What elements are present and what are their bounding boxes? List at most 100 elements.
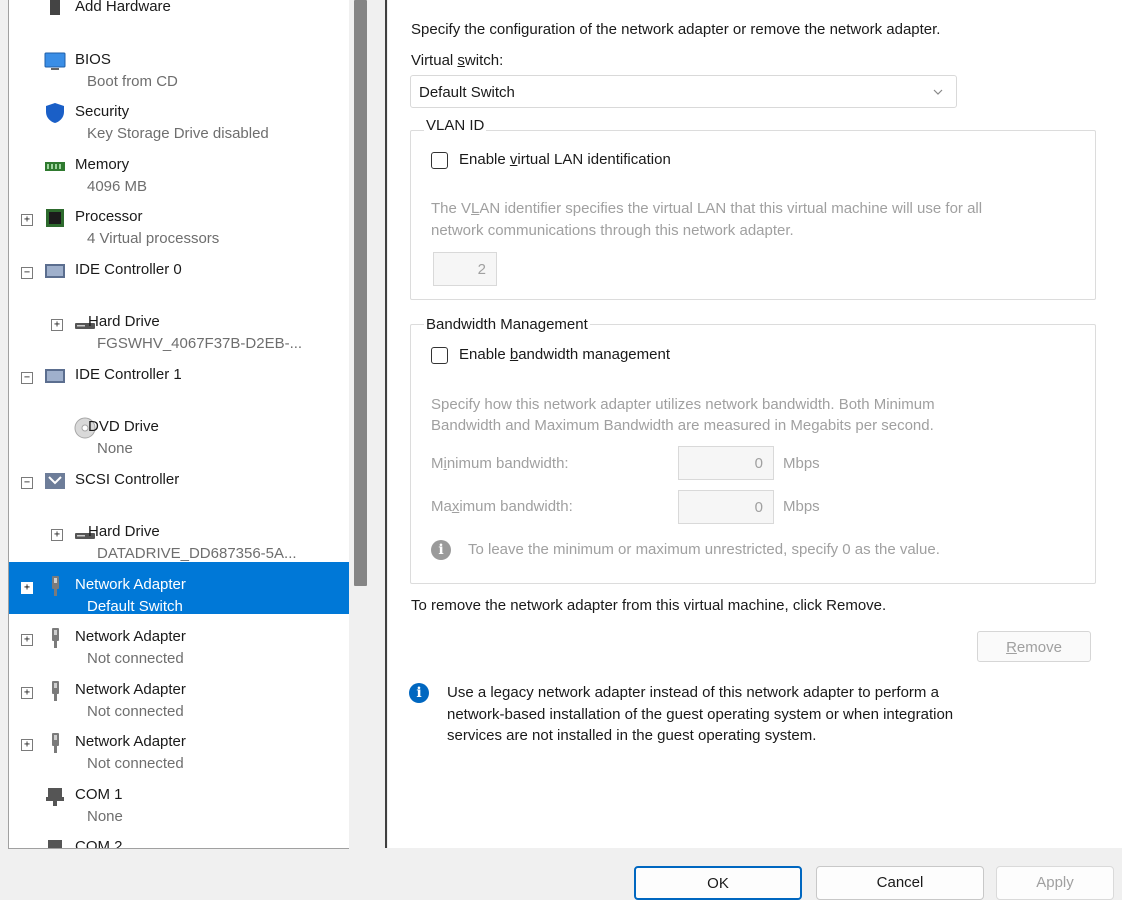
- tree-node-detail: Not connected: [87, 702, 184, 720]
- collapse-icon[interactable]: −: [21, 266, 33, 279]
- vlan-id-input[interactable]: 2: [433, 252, 497, 286]
- minimum-bandwidth-unit: Mbps: [783, 455, 820, 472]
- enable-bandwidth-checkbox[interactable]: [431, 347, 448, 364]
- expand-icon[interactable]: +: [51, 529, 63, 541]
- virtual-switch-label: Virtual switch:: [411, 52, 504, 69]
- tree-scrollbar-thumb[interactable]: [354, 0, 367, 586]
- tree-node-label: BIOS: [75, 50, 111, 68]
- vlan-group-title: VLAN ID: [424, 117, 487, 134]
- vlan-description-line1: The VLAN identifier specifies the virtua…: [431, 200, 983, 217]
- tree-node[interactable]: Memory 4096 MB: [9, 142, 349, 195]
- tree-node-detail: 4096 MB: [87, 177, 148, 195]
- bios-icon: [44, 50, 66, 72]
- com-port-icon: [44, 837, 66, 848]
- network-adapter-settings: Specify the configuration of the network…: [388, 0, 1122, 848]
- info-icon: i: [431, 540, 451, 560]
- expand-icon[interactable]: +: [21, 686, 33, 699]
- tree-node-detail: DATADRIVE_DD687356-5A...: [97, 545, 297, 562]
- tree-node-detail: Not connected: [87, 650, 184, 667]
- vlan-description-line2: network communications through this netw…: [431, 222, 794, 239]
- hardware-tree[interactable]: Add Hardware BIOS Boot from CD Security Key …: [8, 0, 349, 849]
- tree-node-label: COM 2: [75, 838, 123, 849]
- bandwidth-description-line2: Bandwidth and Maximum Bandwidth are meas…: [431, 417, 934, 434]
- tree-node[interactable]: Add Hardware: [9, 0, 349, 36]
- expand-icon[interactable]: +: [21, 214, 33, 226]
- tree-node[interactable]: + Hard Drive DATADRIVE_DD687356-5A...: [9, 509, 349, 562]
- tree-node-detail: Default Switch: [87, 597, 183, 615]
- ok-button[interactable]: OK: [634, 866, 802, 900]
- remove-instruction: To remove the network adapter from this …: [411, 597, 887, 614]
- network-adapter-icon: [44, 627, 66, 649]
- collapse-icon[interactable]: −: [21, 371, 33, 384]
- maximum-bandwidth-input[interactable]: 0: [678, 490, 774, 524]
- virtual-switch-select[interactable]: Default Switch: [410, 75, 957, 108]
- com-port-icon: [44, 785, 66, 807]
- tree-node[interactable]: − IDE Controller 1: [9, 352, 349, 404]
- tree-node-detail: FGSWHV_4067F37B-D2EB-...: [97, 335, 303, 352]
- tree-node-label: Processor: [75, 208, 143, 225]
- enable-bandwidth-label[interactable]: Enable bandwidth management: [459, 346, 670, 363]
- tree-node[interactable]: Security Key Storage Drive disabled: [9, 89, 349, 142]
- maximum-bandwidth-unit: Mbps: [783, 498, 820, 515]
- tree-node-detail: Boot from CD: [87, 72, 178, 90]
- legacy-adapter-note-line3: services are not installed in the guest …: [447, 727, 817, 744]
- legacy-adapter-note-line2: network-based installation of the guest …: [447, 706, 954, 723]
- enable-vlan-label[interactable]: Enable virtual LAN identification: [459, 151, 671, 168]
- bandwidth-note: To leave the minimum or maximum unrestri…: [468, 541, 940, 558]
- tree-node-detail: None: [97, 440, 133, 457]
- pane-divider: [385, 0, 387, 848]
- tree-node-detail: None: [87, 807, 123, 825]
- tree-node[interactable]: + Network Adapter Not connected: [9, 614, 349, 667]
- tree-node[interactable]: + Hard Drive FGSWHV_4067F37B-D2EB-...: [9, 299, 349, 352]
- memory-icon: [44, 155, 66, 177]
- tree-node-label: Network Adapter: [75, 680, 186, 698]
- controller-icon: [44, 365, 66, 387]
- tree-node-label: Network Adapter: [75, 628, 186, 645]
- tree-node-label: Hard Drive: [88, 313, 160, 330]
- tree-node-label: Network Adapter: [75, 575, 186, 593]
- minimum-bandwidth-label: Minimum bandwidth:: [431, 455, 569, 472]
- expand-icon[interactable]: +: [21, 634, 33, 646]
- tree-node[interactable]: COM 1 None: [9, 772, 349, 825]
- collapse-icon[interactable]: −: [21, 476, 33, 489]
- tree-node-label: Hard Drive: [88, 523, 160, 540]
- tree-node-label: Memory: [75, 155, 130, 173]
- tree-node[interactable]: + Network Adapter Not connected: [9, 667, 349, 720]
- adapter-description: Specify the configuration of the network…: [411, 21, 941, 38]
- tree-node[interactable]: + Network Adapter Default Switch: [9, 561, 349, 615]
- expand-icon[interactable]: +: [21, 739, 33, 751]
- tree-node[interactable]: BIOS Boot from CD: [9, 37, 349, 90]
- bandwidth-description-line1: Specify how this network adapter utilize…: [431, 396, 935, 413]
- expand-icon[interactable]: +: [21, 581, 33, 594]
- tree-node[interactable]: − IDE Controller 0: [9, 247, 349, 299]
- virtual-switch-value: Default Switch: [419, 84, 515, 101]
- tree-node-label: IDE Controller 1: [75, 365, 182, 383]
- network-adapter-icon: [44, 732, 66, 754]
- tree-node-label: IDE Controller 0: [75, 260, 182, 278]
- controller-icon: [44, 260, 66, 282]
- tree-node[interactable]: + Network Adapter Not connected: [9, 719, 349, 772]
- hardware-icon: [44, 0, 66, 19]
- remove-button[interactable]: Remove: [977, 631, 1091, 662]
- tree-scrollbar[interactable]: [350, 0, 372, 848]
- tree-node-label: Security: [75, 103, 130, 120]
- tree-node[interactable]: + Processor 4 Virtual processors: [9, 194, 349, 247]
- maximum-bandwidth-label: Maximum bandwidth:: [431, 498, 573, 515]
- tree-node-detail: Key Storage Drive disabled: [87, 125, 269, 142]
- cancel-button[interactable]: Cancel: [816, 866, 984, 900]
- enable-vlan-checkbox[interactable]: [431, 152, 448, 169]
- tree-node-label: Network Adapter: [75, 733, 186, 750]
- network-adapter-icon: [44, 575, 66, 597]
- minimum-bandwidth-input[interactable]: 0: [678, 446, 774, 480]
- chevron-down-icon: [933, 89, 943, 95]
- info-icon: i: [409, 683, 429, 703]
- expand-icon[interactable]: +: [51, 319, 63, 331]
- tree-node[interactable]: COM 2None: [9, 824, 349, 849]
- tree-node-detail: Not connected: [87, 755, 184, 772]
- apply-button[interactable]: Apply: [996, 866, 1114, 900]
- network-adapter-icon: [44, 680, 66, 702]
- tree-node[interactable]: DVD Drive None: [9, 404, 349, 457]
- tree-node[interactable]: − SCSI Controller: [9, 457, 349, 509]
- bandwidth-group-title: Bandwidth Management: [424, 316, 590, 333]
- legacy-adapter-note-line1: Use a legacy network adapter instead of …: [447, 684, 939, 701]
